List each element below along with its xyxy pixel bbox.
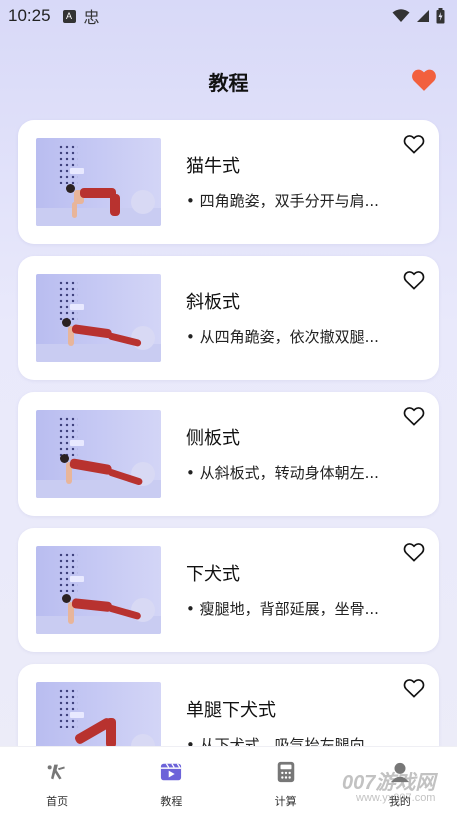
tutorial-thumbnail (36, 410, 161, 498)
watermark-url: www.yx007.com (356, 792, 436, 804)
tab-calculate[interactable]: 计算 (229, 747, 343, 814)
tutorial-title: 斜板式 (186, 292, 240, 313)
tutorial-description: • 从四角跪姿，依次撤双腿... (186, 328, 379, 346)
app-icon: 忠 (83, 8, 100, 27)
tutorial-title: 猫牛式 (186, 156, 240, 177)
tutorial-description: • 瘦腿地，背部延展，坐骨... (186, 600, 379, 618)
favorite-heart-icon[interactable] (403, 406, 425, 426)
battery-icon (436, 8, 445, 24)
video-icon (161, 763, 182, 781)
signal-icon (417, 10, 429, 22)
tutorial-card[interactable]: 下犬式 • 瘦腿地，背部延展，坐骨... (18, 528, 439, 652)
favorite-heart-icon[interactable] (403, 542, 425, 562)
watermark: 007游戏网 (342, 772, 436, 794)
tutorial-thumbnail (36, 546, 161, 634)
a-icon: A (62, 9, 76, 23)
tutorial-title: 下犬式 (186, 564, 240, 585)
calculator-icon (277, 761, 294, 783)
tutorial-description: • 从斜板式，转动身体朝左... (186, 464, 379, 482)
tutorial-card[interactable]: 猫牛式 • 四角跪姿，双手分开与肩... (18, 120, 439, 244)
tutorial-title: 单腿下犬式 (186, 700, 276, 721)
tutorial-title: 侧板式 (186, 428, 240, 449)
status-time: 10:25 (8, 6, 51, 25)
wifi-icon (392, 9, 410, 22)
tab-label: 首页 (46, 795, 69, 808)
favorites-heart-icon[interactable] (411, 68, 437, 92)
page-title: 教程 (208, 71, 249, 95)
yoga-figure-icon (47, 764, 65, 780)
status-bar: 10:25 A 忠 (0, 0, 457, 32)
favorite-heart-icon[interactable] (403, 678, 425, 698)
tutorial-card[interactable]: 侧板式 • 从斜板式，转动身体朝左... (18, 392, 439, 516)
tab-label: 计算 (274, 795, 297, 808)
header: 教程 (0, 58, 457, 104)
status-indicators (392, 8, 445, 24)
tab-home[interactable]: 首页 (0, 747, 114, 814)
tutorial-description: • 四角跪姿，双手分开与肩... (186, 192, 379, 210)
tab-label: 教程 (160, 795, 183, 808)
favorite-heart-icon[interactable] (403, 134, 425, 154)
tutorial-thumbnail (36, 138, 161, 226)
favorite-heart-icon[interactable] (403, 270, 425, 290)
tutorial-thumbnail (36, 274, 161, 362)
tab-tutorials[interactable]: 教程 (114, 747, 228, 814)
tutorial-card[interactable]: 斜板式 • 从四角跪姿，依次撤双腿... (18, 256, 439, 380)
